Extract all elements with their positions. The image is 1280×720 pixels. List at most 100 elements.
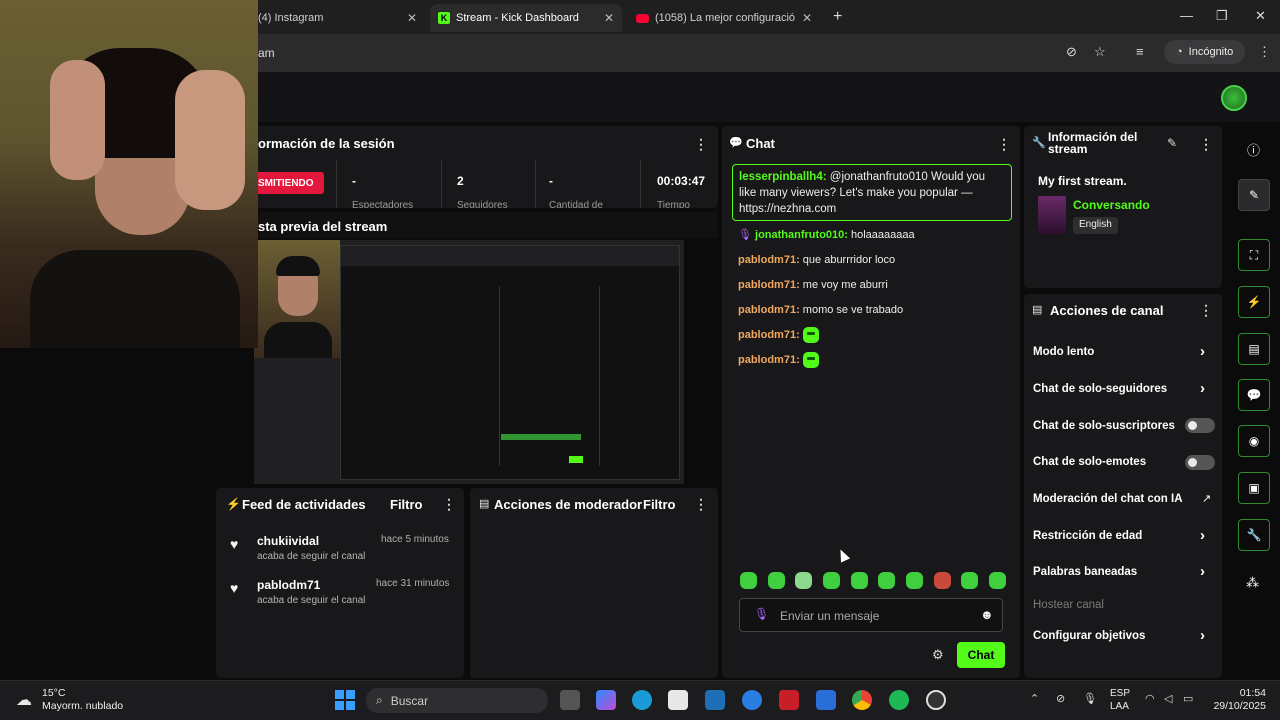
wrench-icon[interactable]: 🔧 — [1238, 519, 1270, 551]
weather-widget[interactable]: 15°C Mayorm. nublado — [42, 687, 123, 713]
chat-user[interactable]: jonathanfruto010: — [755, 229, 848, 241]
age-restriction-item[interactable]: Restricción de edad — [1033, 530, 1142, 542]
edit-icon[interactable]: ✎ — [1238, 179, 1270, 211]
volume-icon[interactable]: ◁ — [1164, 692, 1172, 705]
chevron-right-icon[interactable]: › — [1200, 380, 1205, 397]
mysql-icon[interactable] — [705, 690, 725, 710]
capture-icon[interactable]: ⛶ — [1238, 239, 1270, 271]
emote-icon[interactable] — [905, 572, 923, 589]
chrome-icon[interactable] — [852, 690, 872, 710]
chat-user[interactable]: pablodm71: — [738, 354, 800, 366]
edge-icon[interactable] — [632, 690, 652, 710]
send-chat-button[interactable]: Chat — [957, 642, 1005, 668]
chevron-up-icon[interactable]: ⌃ — [1030, 692, 1039, 705]
task-view-icon[interactable] — [560, 690, 580, 710]
emote-icon[interactable] — [767, 572, 785, 589]
microphone-icon[interactable]: 🎙 — [1083, 692, 1097, 705]
user-avatar[interactable] — [1221, 85, 1247, 111]
feed-filter-button[interactable]: Filtro — [390, 497, 423, 512]
info-icon[interactable]: ⓘ — [1247, 140, 1260, 159]
chevron-right-icon[interactable]: › — [1200, 527, 1205, 544]
mcafee-icon[interactable] — [779, 690, 799, 710]
pinned-user[interactable]: lesserpinballh4: — [739, 171, 827, 183]
minimize-icon[interactable]: — — [1180, 8, 1193, 23]
bolt-icon[interactable]: ⚡ — [1238, 286, 1270, 318]
chat-user[interactable]: pablodm71: — [738, 254, 800, 266]
chat-kebab-icon[interactable]: ⋮ — [997, 136, 1011, 153]
channel-actions-kebab-icon[interactable]: ⋮ — [1199, 302, 1213, 319]
chat-user[interactable]: pablodm71: — [738, 329, 800, 341]
chat-icon[interactable]: 💬 — [1238, 379, 1270, 411]
battery-icon[interactable]: ▭ — [1183, 692, 1193, 705]
chevron-right-icon[interactable]: › — [1200, 343, 1205, 360]
tray-icon[interactable]: ⊘ — [1056, 692, 1065, 705]
clock-time: 01:54 — [1239, 687, 1266, 699]
emote-icon[interactable] — [822, 572, 840, 589]
emote-icon[interactable] — [933, 572, 951, 589]
url-field[interactable]: am — [250, 41, 1160, 65]
chevron-right-icon[interactable]: › — [1200, 563, 1205, 580]
windows-start-icon[interactable] — [335, 690, 355, 710]
tab-kick-dashboard[interactable]: K Stream - Kick Dashboard ✕ — [430, 4, 622, 32]
session-title: ormación de la sesión — [258, 136, 395, 151]
external-link-icon[interactable]: ↗ — [1202, 492, 1211, 505]
tab-youtube[interactable]: (1058) La mejor configuración d ✕ — [628, 4, 820, 32]
settings-gear-icon[interactable]: ⚙ — [932, 647, 944, 663]
moderation-icon[interactable]: ▣ — [1238, 472, 1270, 504]
moderator-kebab-icon[interactable]: ⋮ — [694, 496, 708, 513]
incognito-badge[interactable]: ◔ Incógnito — [1164, 40, 1246, 64]
close-tab-icon[interactable]: ✕ — [802, 11, 812, 25]
wifi-icon[interactable]: ◠ — [1145, 692, 1155, 705]
language-indicator[interactable]: ESP LAA — [1110, 687, 1130, 713]
followers-value: 2 — [457, 174, 464, 188]
mic-icon[interactable]: 🎙 — [754, 607, 769, 621]
store-icon[interactable] — [668, 690, 688, 710]
eye-off-icon[interactable]: ⊘ — [1066, 44, 1077, 60]
edit-pencil-icon[interactable]: ✎ — [1167, 136, 1177, 150]
obs-icon[interactable] — [926, 690, 946, 710]
emotes-only-toggle[interactable] — [1185, 455, 1215, 470]
star-icon[interactable]: ☆ — [1094, 44, 1106, 60]
banned-words-item[interactable]: Palabras baneadas — [1033, 566, 1137, 578]
emote-icon[interactable] — [988, 572, 1006, 589]
chat-user[interactable]: pablodm71: — [738, 304, 800, 316]
system-clock[interactable]: 01:54 29/10/2025 — [1210, 687, 1266, 713]
feed-kebab-icon[interactable]: ⋮ — [442, 496, 456, 513]
close-tab-icon[interactable]: ✕ — [407, 11, 417, 25]
taskbar-search[interactable]: ⌕ Buscar — [366, 688, 548, 713]
configure-goals-item[interactable]: Configurar objetivos — [1033, 630, 1145, 642]
chevron-right-icon[interactable]: › — [1200, 627, 1205, 644]
copilot-icon[interactable] — [596, 690, 616, 710]
emote-icon[interactable] — [795, 572, 813, 589]
session-kebab-icon[interactable]: ⋮ — [694, 136, 708, 153]
emote-icon[interactable] — [961, 572, 979, 589]
menu-icon[interactable]: ⋮ — [1258, 44, 1271, 60]
emote-icon[interactable] — [878, 572, 896, 589]
feed-user[interactable]: chukiividal — [257, 534, 319, 548]
help-icon[interactable] — [742, 690, 762, 710]
tab-instagram[interactable]: (4) Instagram ✕ — [250, 4, 425, 32]
subscribers-only-toggle[interactable] — [1185, 418, 1215, 433]
feed-user[interactable]: pablodm71 — [257, 578, 320, 592]
emote-icon[interactable] — [740, 572, 757, 589]
new-tab-icon[interactable]: + — [833, 8, 842, 26]
emote-icon[interactable] — [850, 572, 868, 589]
ai-moderation-item[interactable]: Moderación del chat con IA — [1033, 493, 1183, 505]
stream-category[interactable]: Conversando — [1073, 198, 1150, 212]
moderator-filter-button[interactable]: Filtro — [643, 497, 676, 512]
maximize-icon[interactable]: ❐ — [1216, 8, 1228, 24]
followers-only-item[interactable]: Chat de solo-seguidores — [1033, 383, 1167, 395]
stream-info-kebab-icon[interactable]: ⋮ — [1199, 136, 1213, 153]
mail-icon[interactable] — [816, 690, 836, 710]
notes-icon[interactable]: ▤ — [1238, 333, 1270, 365]
chat-input[interactable]: 🎙 Enviar un mensaje ☻ — [739, 598, 1003, 632]
apps-icon[interactable]: ⁂ — [1246, 575, 1259, 591]
close-tab-icon[interactable]: ✕ — [604, 11, 614, 25]
spotify-icon[interactable] — [889, 690, 909, 710]
close-window-icon[interactable]: ✕ — [1255, 8, 1266, 24]
emoji-icon[interactable]: ☻ — [980, 607, 994, 622]
media-icon[interactable]: ≡ — [1136, 44, 1144, 59]
broadcast-icon[interactable]: ◉ — [1238, 425, 1270, 457]
chat-user[interactable]: pablodm71: — [738, 279, 800, 291]
slow-mode-item[interactable]: Modo lento — [1033, 346, 1094, 358]
